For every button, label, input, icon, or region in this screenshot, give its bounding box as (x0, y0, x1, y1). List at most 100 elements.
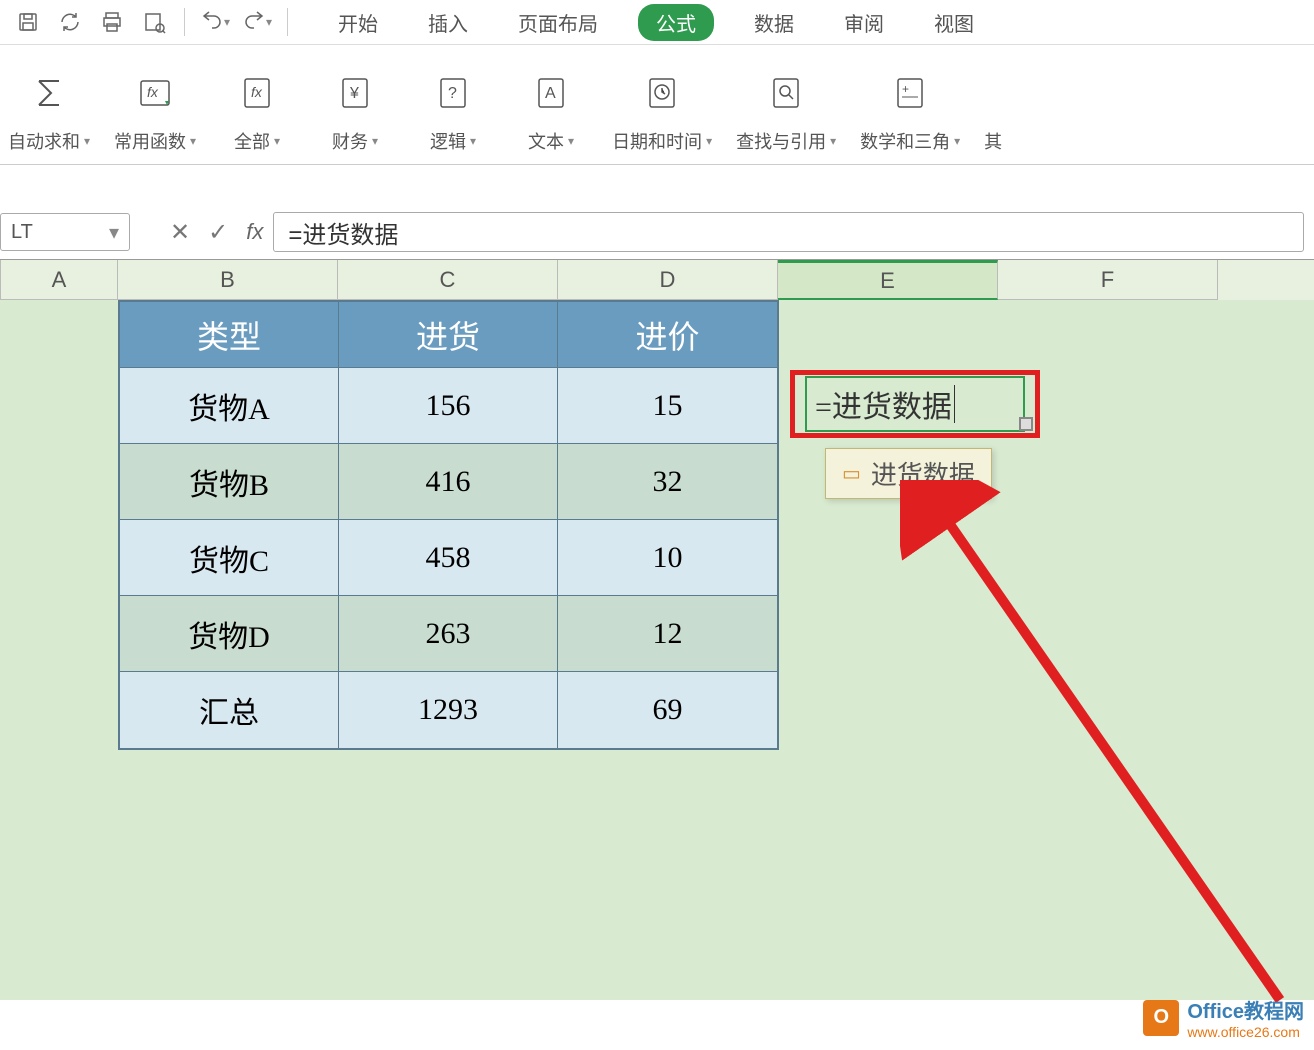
ribbon-label: 查找与引用 (736, 128, 826, 154)
tab-start[interactable]: 开始 (328, 4, 388, 41)
col-header-A[interactable]: A (0, 260, 118, 300)
divider (184, 8, 185, 36)
col-header-E[interactable]: E (778, 260, 998, 300)
svg-text:+: + (902, 82, 909, 96)
table-cell[interactable]: 货物B (120, 444, 339, 520)
ribbon-common[interactable]: fx 常用函数▾ (106, 55, 204, 154)
divider (287, 8, 288, 36)
tab-layout[interactable]: 页面布局 (508, 4, 608, 41)
tab-formula[interactable]: 公式 (638, 4, 714, 41)
col-header-F[interactable]: F (998, 260, 1218, 300)
table-cell[interactable]: 汇总 (120, 672, 339, 748)
tab-insert[interactable]: 插入 (418, 4, 478, 41)
col-header-B[interactable]: B (118, 260, 338, 300)
ribbon-label: 其 (984, 128, 1002, 154)
table-cell[interactable]: 货物C (120, 520, 339, 596)
ribbon-finance[interactable]: ¥ 财务▾ (310, 55, 400, 154)
table-header[interactable]: 进货 (339, 302, 558, 368)
svg-text:fx: fx (251, 84, 263, 100)
table-cell[interactable]: 69 (558, 672, 777, 748)
sheet-body[interactable]: 类型 进货 进价 货物A 156 15 货物B 416 32 货物C 458 1… (0, 300, 1314, 1000)
print-icon[interactable] (92, 2, 132, 42)
ribbon-label: 常用函数 (114, 128, 186, 154)
ribbon: 自动求和▾ fx 常用函数▾ fx 全部▾ ¥ 财务▾ ? 逻辑▾ A 文本▾ … (0, 45, 1314, 165)
formula-text: =进货数据 (288, 215, 398, 250)
svg-text:fx: fx (147, 84, 159, 100)
sigma-icon (31, 68, 67, 118)
fx-icon[interactable]: fx (246, 219, 263, 245)
table-cell[interactable]: 32 (558, 444, 777, 520)
tab-data[interactable]: 数据 (744, 4, 804, 41)
formula-bar: LT ▾ ✕ ✓ fx =进货数据 (0, 205, 1314, 260)
col-header-D[interactable]: D (558, 260, 778, 300)
save-icon[interactable] (8, 2, 48, 42)
ribbon-all[interactable]: fx 全部▾ (212, 55, 302, 154)
accept-icon[interactable]: ✓ (208, 218, 228, 247)
sync-icon[interactable] (50, 2, 90, 42)
fill-handle-icon[interactable] (1019, 417, 1033, 431)
table-cell[interactable]: 1293 (339, 672, 558, 748)
ribbon-label: 数学和三角 (860, 128, 950, 154)
fx-book-icon: fx (239, 68, 275, 118)
ribbon-autosum[interactable]: 自动求和▾ (0, 55, 98, 154)
ribbon-text[interactable]: A 文本▾ (506, 55, 596, 154)
clock-book-icon (644, 68, 680, 118)
table-cell[interactable]: 156 (339, 368, 558, 444)
cell-formula-text: =进货数据 (815, 382, 952, 426)
plus-book-icon: + (892, 68, 928, 118)
logo-icon: O (1143, 1000, 1179, 1036)
table-header[interactable]: 类型 (120, 302, 339, 368)
svg-text:?: ? (448, 85, 457, 102)
redo-icon[interactable]: ▾ (237, 2, 277, 42)
table-cell[interactable]: 458 (339, 520, 558, 596)
name-box-value: LT (11, 221, 33, 244)
table-cell[interactable]: 货物A (120, 368, 339, 444)
table-cell[interactable]: 10 (558, 520, 777, 596)
menu-tabs: 开始 插入 页面布局 公式 数据 审阅 视图 (328, 4, 984, 41)
table-cell[interactable]: 12 (558, 596, 777, 672)
table-cell[interactable]: 15 (558, 368, 777, 444)
ribbon-label: 财务 (332, 128, 368, 154)
table-cell[interactable]: 263 (339, 596, 558, 672)
ribbon-label: 日期和时间 (612, 128, 702, 154)
formula-input[interactable]: =进货数据 (273, 212, 1304, 252)
ribbon-logic[interactable]: ? 逻辑▾ (408, 55, 498, 154)
fx-star-icon: fx (137, 68, 173, 118)
q-book-icon: ? (435, 68, 471, 118)
watermark-url: www.office26.com (1187, 1024, 1304, 1040)
ribbon-label: 自动求和 (8, 128, 80, 154)
name-box[interactable]: LT ▾ (0, 213, 130, 251)
svg-text:¥: ¥ (349, 85, 359, 102)
col-header-C[interactable]: C (338, 260, 558, 300)
table-cell[interactable]: 416 (339, 444, 558, 520)
cancel-icon[interactable]: ✕ (170, 218, 190, 247)
annotation-arrow (900, 480, 1314, 1030)
watermark-title: Office教程网 (1187, 1001, 1304, 1023)
svg-text:A: A (545, 85, 556, 102)
watermark: O Office教程网 www.office26.com (1143, 995, 1304, 1040)
ribbon-label: 全部 (234, 128, 270, 154)
chevron-down-icon[interactable]: ▾ (109, 220, 119, 245)
quick-access-toolbar: ▾ ▾ 开始 插入 页面布局 公式 数据 审阅 视图 (0, 0, 1314, 45)
table-cell[interactable]: 货物D (120, 596, 339, 672)
active-cell-E2[interactable]: =进货数据 (790, 370, 1040, 438)
yen-book-icon: ¥ (337, 68, 373, 118)
data-table: 类型 进货 进价 货物A 156 15 货物B 416 32 货物C 458 1… (118, 300, 779, 750)
undo-icon[interactable]: ▾ (195, 2, 235, 42)
ribbon-label: 文本 (528, 128, 564, 154)
tag-icon: ▭ (842, 461, 861, 486)
ribbon-lookup[interactable]: 查找与引用▾ (728, 55, 844, 154)
preview-icon[interactable] (134, 2, 174, 42)
formula-bar-buttons: ✕ ✓ fx (170, 218, 263, 247)
a-book-icon: A (533, 68, 569, 118)
ribbon-other[interactable]: 其 (976, 55, 1010, 154)
ribbon-math[interactable]: + 数学和三角▾ (852, 55, 968, 154)
tab-view[interactable]: 视图 (924, 4, 984, 41)
text-cursor (954, 385, 955, 423)
table-header[interactable]: 进价 (558, 302, 777, 368)
ribbon-datetime[interactable]: 日期和时间▾ (604, 55, 720, 154)
mag-book-icon (768, 68, 804, 118)
column-headers: A B C D E F (0, 260, 1314, 300)
tab-review[interactable]: 审阅 (834, 4, 894, 41)
ribbon-label: 逻辑 (430, 128, 466, 154)
